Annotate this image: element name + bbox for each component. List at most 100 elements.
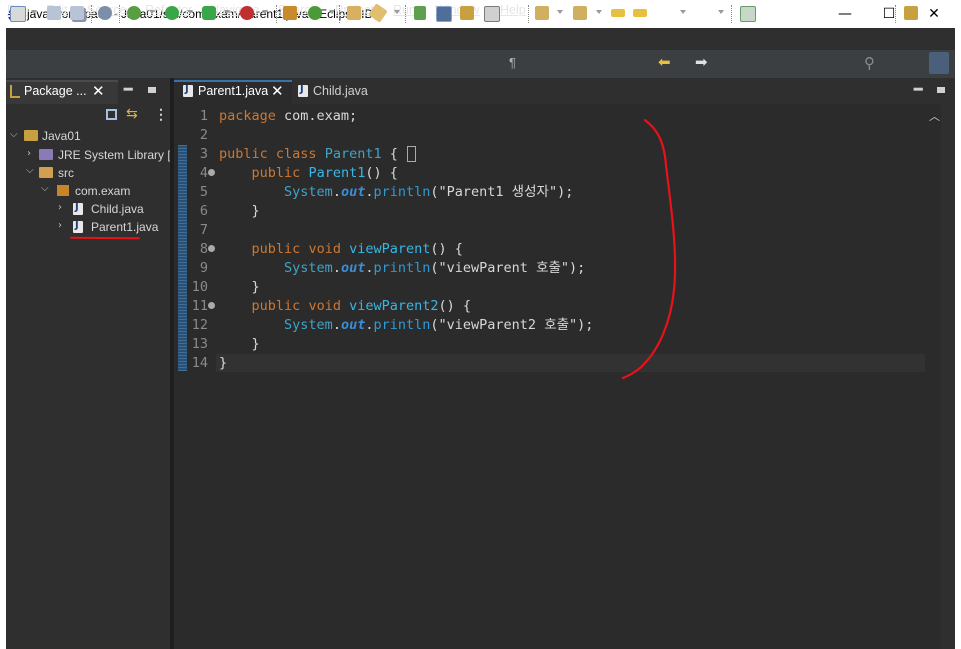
window-frame-right: [955, 28, 961, 649]
tab-child-label: Child.java: [313, 84, 368, 98]
link-with-editor-icon[interactable]: ⇆: [126, 106, 138, 122]
code-method-name: viewParent2: [349, 298, 439, 314]
back-dropdown-arrow-icon[interactable]: [680, 10, 686, 14]
code-line-8: public void viewParent() {: [219, 240, 463, 259]
package-explorer-maximize-icon[interactable]: [148, 87, 156, 93]
search-dropdown-arrow-icon[interactable]: [394, 10, 400, 14]
java-file-icon: [73, 202, 83, 215]
java-project-icon: [24, 130, 38, 141]
open-perspective-icon[interactable]: [904, 6, 918, 20]
editor-maximize-icon[interactable]: [937, 87, 945, 93]
coverage-icon[interactable]: [202, 6, 216, 20]
coverage-dropdown-arrow-icon[interactable]: [224, 10, 230, 14]
line-number: 6: [199, 203, 208, 219]
toggle-mark-occurrences-icon[interactable]: [414, 6, 426, 20]
expand-arrow-icon[interactable]: ⌵: [10, 129, 18, 140]
line-number: 13: [191, 336, 208, 352]
package-explorer-minimize-icon[interactable]: ━: [124, 81, 132, 98]
vertical-scrollbar[interactable]: [925, 104, 941, 649]
expand-arrow-icon[interactable]: ⌵: [41, 183, 49, 194]
next-annotation-dropdown-arrow-icon[interactable]: [557, 10, 563, 14]
code-text: () {: [430, 241, 463, 257]
pilcrow-icon[interactable]: ¶: [509, 55, 516, 70]
tab-close-icon[interactable]: ✕: [271, 82, 284, 100]
package-explorer-close-icon[interactable]: ✕: [92, 82, 105, 100]
new-dropdown-arrow-icon[interactable]: [31, 10, 37, 14]
run-dropdown-arrow-icon[interactable]: [187, 10, 193, 14]
minimize-button[interactable]: —: [822, 0, 868, 28]
view-menu-icon[interactable]: ⋮: [154, 106, 168, 123]
code-method-call: println: [373, 184, 431, 200]
toggle-block-selection-icon[interactable]: [460, 6, 474, 20]
fold-collapse-icon[interactable]: [208, 302, 215, 309]
tree-item-project[interactable]: Java01: [42, 129, 81, 143]
java-perspective-icon[interactable]: [929, 52, 949, 74]
tree-item-jre[interactable]: JRE System Library [: [58, 148, 171, 162]
code-brace: {: [389, 146, 398, 162]
external-tools-icon[interactable]: [240, 6, 254, 20]
save-all-icon[interactable]: [70, 6, 84, 20]
new-class-dropdown-arrow-icon[interactable]: [329, 10, 335, 14]
line-number: 5: [199, 184, 208, 200]
debug-icon[interactable]: [127, 6, 141, 20]
last-edit-forward-icon[interactable]: [633, 9, 647, 17]
open-type-icon[interactable]: [347, 6, 361, 20]
back-icon[interactable]: ⬅: [658, 53, 671, 71]
tree-item-parent1-java[interactable]: Parent1.java: [91, 220, 158, 234]
code-string: "viewParent2 호출": [438, 317, 578, 333]
new-java-class-icon[interactable]: [308, 6, 322, 20]
tree-item-package[interactable]: com.exam: [75, 184, 130, 198]
red-bracket-annotation: [621, 118, 677, 380]
code-text: .: [332, 317, 341, 333]
collapse-arrow-icon[interactable]: ›: [58, 202, 62, 213]
forward-dropdown-arrow-icon[interactable]: [718, 10, 724, 14]
next-annotation-icon[interactable]: [535, 6, 549, 20]
code-line-6: }: [219, 203, 260, 219]
skip-breakpoints-icon[interactable]: [98, 6, 112, 20]
previous-annotation-dropdown-arrow-icon[interactable]: [596, 10, 602, 14]
package-explorer-icon: [10, 85, 20, 98]
code-line-10: }: [219, 279, 260, 295]
toolbar-separator: [339, 5, 341, 23]
toolbar-separator: [119, 5, 121, 23]
tree-item-src[interactable]: src: [58, 166, 74, 180]
tree-item-child-java[interactable]: Child.java: [91, 202, 144, 216]
run-icon[interactable]: [165, 6, 179, 20]
code-static-field: out: [340, 260, 366, 276]
code-text: () {: [365, 165, 398, 181]
toolbar-separator: [895, 5, 897, 23]
line-number: 12: [191, 317, 208, 333]
quick-access-search-icon[interactable]: ⚲: [864, 54, 875, 72]
show-whitespace-icon[interactable]: [484, 6, 500, 22]
line-number: 14: [191, 355, 208, 371]
new-java-package-icon[interactable]: [283, 6, 297, 20]
collapse-arrow-icon[interactable]: ›: [58, 220, 62, 231]
line-number: 3: [199, 146, 208, 162]
previous-annotation-icon[interactable]: [573, 6, 587, 20]
toggle-highlight-icon[interactable]: [436, 6, 452, 22]
code-text: (: [430, 184, 439, 200]
code-keyword: package: [219, 108, 276, 124]
collapse-arrow-icon[interactable]: ›: [27, 148, 31, 159]
new-icon[interactable]: [10, 6, 26, 22]
fold-collapse-icon[interactable]: [208, 169, 215, 176]
line-number: 9: [199, 260, 208, 276]
save-icon[interactable]: [47, 6, 61, 20]
pin-editor-icon[interactable]: [740, 6, 756, 22]
editor-minimize-icon[interactable]: ━: [914, 81, 922, 98]
expand-arrow-icon[interactable]: ⌵: [26, 165, 34, 176]
last-edit-icon[interactable]: [611, 9, 625, 17]
code-text: (: [430, 260, 439, 276]
collapse-all-icon[interactable]: [106, 109, 117, 120]
forward-icon[interactable]: ➡: [695, 53, 708, 71]
external-tools-dropdown-arrow-icon[interactable]: [262, 10, 268, 14]
line-number: 2: [199, 127, 208, 143]
debug-dropdown-arrow-icon[interactable]: [149, 10, 155, 14]
menu-help[interactable]: Help: [500, 3, 526, 17]
scroll-up-icon[interactable]: ︿: [929, 108, 940, 124]
code-text: () {: [438, 298, 472, 314]
fold-collapse-icon[interactable]: [208, 245, 215, 252]
code-text: .: [332, 184, 341, 200]
